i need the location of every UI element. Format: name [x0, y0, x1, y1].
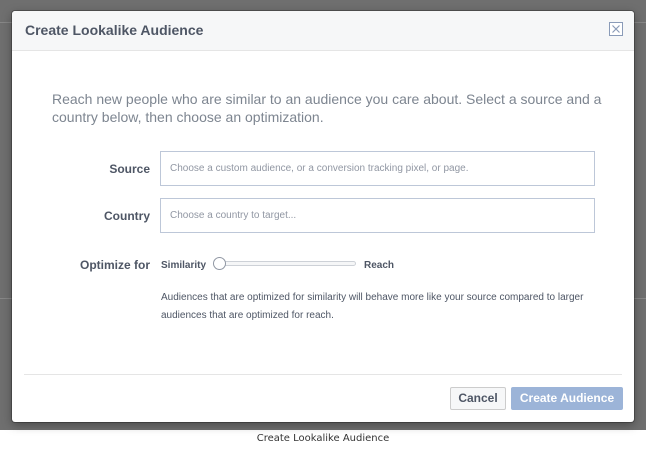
cancel-button[interactable]: Cancel	[450, 387, 506, 410]
dialog-header: Create Lookalike Audience	[12, 11, 634, 51]
optimization-slider-track[interactable]	[216, 261, 356, 266]
dialog-title: Create Lookalike Audience	[25, 22, 204, 38]
country-input[interactable]	[160, 198, 595, 233]
optimization-help-text: Audiences that are optimized for similar…	[161, 292, 584, 321]
background-divider	[634, 298, 646, 299]
dialog-intro-text: Reach new people who are similar to an a…	[52, 91, 602, 125]
close-icon	[612, 25, 620, 33]
slider-max-label: Reach	[364, 260, 395, 271]
background-divider	[634, 22, 646, 23]
source-input[interactable]	[160, 151, 595, 186]
footer-divider	[24, 374, 622, 375]
source-label: Source	[109, 162, 150, 176]
optimize-for-label: Optimize for	[79, 258, 150, 272]
optimization-slider-handle[interactable]	[213, 257, 226, 270]
close-button[interactable]	[609, 22, 623, 36]
country-label: Country	[104, 209, 150, 223]
create-audience-button[interactable]: Create Audience	[511, 387, 623, 410]
image-caption: Create Lookalike Audience	[256, 433, 390, 444]
slider-min-label: Similarity	[161, 260, 207, 271]
create-lookalike-dialog: Create Lookalike Audience Reach new peop…	[12, 11, 634, 422]
